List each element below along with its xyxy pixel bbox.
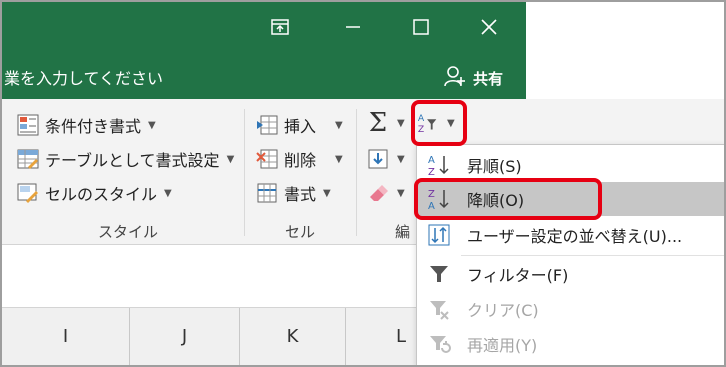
filter-label: フィルター(F) [467, 266, 569, 285]
delete-button[interactable]: 削除 ▼ [255, 147, 343, 171]
filter-icon [427, 262, 451, 286]
chevron-down-icon: ▼ [323, 187, 331, 199]
format-as-table-button[interactable]: テーブルとして書式設定 ▼ [16, 147, 234, 171]
sort-ascending-item[interactable]: AZ 昇順(S) [417, 148, 724, 182]
svg-text:Z: Z [428, 167, 435, 177]
reapply-filter-icon [427, 332, 451, 356]
cell-styles-button[interactable]: セルのスタイル ▼ [16, 181, 172, 205]
chevron-down-icon: ▼ [397, 187, 405, 199]
column-header-j[interactable]: J [130, 308, 240, 365]
insert-button[interactable]: 挿入 ▼ [255, 113, 343, 137]
sort-ascending-label: 昇順(S) [467, 157, 522, 176]
insert-label: 挿入 [284, 117, 317, 136]
sort-descending-highlight-box [414, 178, 602, 220]
chevron-down-icon: ▼ [335, 119, 343, 131]
chevron-down-icon: ▼ [148, 119, 156, 131]
reapply-filter-item[interactable]: 再適用(Y) [417, 327, 724, 361]
clear-button[interactable]: ▼ [366, 181, 405, 205]
conditional-formatting-icon [16, 113, 40, 137]
delete-label: 削除 [284, 151, 317, 170]
format-cells-icon [255, 181, 279, 205]
chevron-down-icon: ▼ [397, 153, 405, 165]
styles-group-label: スタイル [98, 223, 159, 241]
group-divider [356, 109, 357, 236]
clear-filter-label: クリア(C) [467, 301, 539, 320]
conditional-formatting-label: 条件付き書式 [45, 117, 142, 136]
format-as-table-icon [16, 147, 40, 171]
cells-group-label: セル [285, 223, 316, 241]
tell-me-search-text[interactable]: 業を入力してください [4, 65, 163, 89]
custom-sort-item[interactable]: ユーザー設定の並べ替え(U)... [417, 218, 724, 252]
editing-group-label: 編 [395, 223, 411, 241]
autosum-button[interactable]: Σ ▼ [366, 108, 405, 138]
share-label: 共有 [473, 69, 504, 88]
cell-styles-icon [16, 181, 40, 205]
insert-cells-icon [255, 113, 279, 137]
chevron-down-icon: ▼ [226, 153, 235, 165]
clear-filter-item[interactable]: クリア(C) [417, 292, 724, 326]
conditional-formatting-button[interactable]: 条件付き書式 ▼ [16, 113, 156, 137]
reapply-filter-label: 再適用(Y) [467, 336, 538, 355]
minimize-icon[interactable] [338, 12, 368, 42]
format-label: 書式 [284, 185, 317, 204]
sort-filter-highlight-box [411, 100, 467, 146]
sort-ascending-icon: AZ [427, 153, 451, 178]
close-icon[interactable] [474, 12, 504, 42]
maximize-icon[interactable] [406, 12, 436, 42]
clear-filter-icon [427, 297, 451, 321]
chevron-down-icon: ▼ [397, 117, 405, 129]
menu-separator [461, 255, 724, 256]
fill-down-icon [366, 147, 390, 171]
fill-button[interactable]: ▼ [366, 147, 405, 171]
cell-styles-label: セルのスタイル [45, 185, 158, 204]
format-button[interactable]: 書式 ▼ [255, 181, 331, 205]
custom-sort-label: ユーザー設定の並べ替え(U)... [467, 227, 683, 246]
person-add-icon [443, 64, 467, 92]
format-as-table-label: テーブルとして書式設定 [45, 151, 220, 170]
column-header-k[interactable]: K [240, 308, 346, 365]
column-header-i[interactable]: I [2, 308, 130, 365]
share-button[interactable]: 共有 [443, 64, 503, 92]
sigma-icon: Σ [368, 108, 388, 138]
custom-sort-icon [427, 223, 451, 247]
delete-cells-icon [255, 147, 279, 171]
ribbon-display-options-icon[interactable] [265, 12, 295, 42]
background-area [526, 2, 724, 101]
eraser-icon [366, 181, 390, 205]
chevron-down-icon: ▼ [335, 153, 343, 165]
excel-window: 業を入力してください 共有 条件付き書式 ▼ テーブルとして書式設定 ▼ セルの… [0, 0, 726, 367]
group-divider [244, 109, 245, 236]
title-bar: 業を入力してください 共有 [2, 2, 526, 99]
chevron-down-icon: ▼ [164, 187, 172, 199]
svg-text:A: A [428, 155, 435, 166]
filter-item[interactable]: フィルター(F) [417, 257, 724, 291]
